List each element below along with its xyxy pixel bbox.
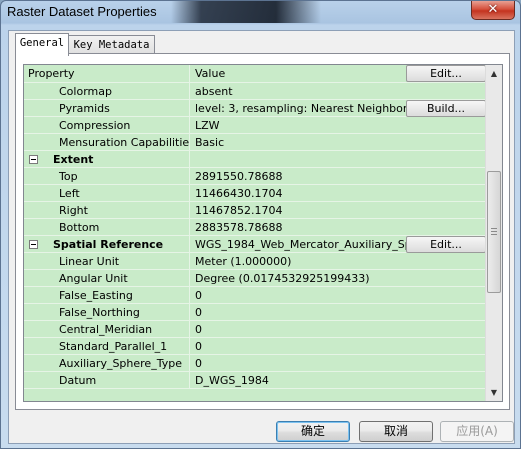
table-row[interactable]: Bottom 2883578.78688 [24, 219, 486, 236]
grip-line [491, 234, 497, 235]
apply-button[interactable]: 应用(A) [440, 421, 514, 442]
property-value: 2883578.78688 [195, 221, 283, 234]
table-row[interactable]: Colormap absent [24, 83, 486, 100]
property-value: absent [195, 85, 233, 98]
property-name: False_Northing [24, 304, 190, 321]
property-value: 11467852.1704 [195, 204, 283, 217]
property-name: Datum [24, 372, 190, 389]
property-value: 0 [195, 340, 202, 353]
table-row[interactable]: Left 11466430.1704 [24, 185, 486, 202]
table-row[interactable]: Top 2891550.78688 [24, 168, 486, 185]
close-icon: ✕ [487, 2, 499, 17]
build-pyramids-button[interactable]: Build... [406, 100, 486, 117]
property-name: Mensuration Capabilities [24, 134, 190, 151]
category-row-extent[interactable]: Extent [24, 151, 486, 168]
collapse-icon[interactable] [29, 155, 38, 164]
dialog-body: General Key Metadata Property Value Edit… [8, 30, 515, 444]
property-value: 0 [195, 289, 202, 302]
table-row[interactable]: Standard_Parallel_1 0 [24, 338, 486, 355]
table-row[interactable]: Right 11467852.1704 [24, 202, 486, 219]
title-bar[interactable]: Raster Dataset Properties ✕ [1, 1, 520, 23]
property-value: 0 [195, 323, 202, 336]
property-value: 0 [195, 357, 202, 370]
title-bar-background-patch [171, 1, 321, 23]
property-value: D_WGS_1984 [195, 374, 269, 387]
category-row-spatial-reference[interactable]: Spatial Reference WGS_1984_Web_Mercator_… [24, 236, 486, 253]
property-value: 11466430.1704 [195, 187, 283, 200]
property-value: Degree (0.0174532925199433) [195, 272, 370, 285]
table-row[interactable]: Angular Unit Degree (0.0174532925199433) [24, 270, 486, 287]
property-name: False_Easting [24, 287, 190, 304]
table-row[interactable]: Mensuration Capabilities Basic [24, 134, 486, 151]
general-tab-panel: Property Value Edit... Colormap absent P… [15, 53, 510, 410]
property-value: Basic [195, 136, 225, 149]
property-name: Right [24, 202, 190, 219]
category-cell: Spatial Reference [24, 236, 190, 253]
property-value: 0 [195, 306, 202, 319]
property-name: Auxiliary_Sphere_Type [24, 355, 190, 372]
close-button[interactable]: ✕ [471, 1, 515, 20]
grip-line [491, 228, 497, 229]
property-name: Top [24, 168, 190, 185]
table-row[interactable]: Linear Unit Meter (1.000000) [24, 253, 486, 270]
property-name: Left [24, 185, 190, 202]
grip-line [491, 231, 497, 232]
category-label: Extent [53, 153, 94, 166]
table-row[interactable]: False_Easting 0 [24, 287, 486, 304]
dialog-window: Raster Dataset Properties ✕ General Key … [0, 0, 521, 449]
collapse-icon[interactable] [29, 240, 38, 249]
property-name: Bottom [24, 219, 190, 236]
scroll-down-icon[interactable]: ▼ [486, 384, 502, 401]
property-name: Pyramids [24, 100, 190, 117]
property-value: LZW [195, 119, 220, 132]
table-row[interactable]: Datum D_WGS_1984 [24, 372, 486, 389]
property-name: Colormap [24, 83, 190, 100]
property-name: Compression [24, 117, 190, 134]
ok-button[interactable]: 确定 [276, 421, 350, 442]
property-name: Standard_Parallel_1 [24, 338, 190, 355]
property-value [195, 151, 486, 168]
scrollbar-thumb[interactable] [487, 171, 501, 293]
tab-key-metadata[interactable]: Key Metadata [68, 35, 155, 55]
edit-button[interactable]: Edit... [406, 65, 486, 82]
vertical-scrollbar[interactable]: ▲ ▼ [485, 65, 502, 401]
window-title: Raster Dataset Properties [7, 4, 157, 19]
scroll-up-icon[interactable]: ▲ [486, 65, 502, 82]
property-name: Angular Unit [24, 270, 190, 287]
cancel-button[interactable]: 取消 [359, 421, 433, 442]
table-row[interactable]: False_Northing 0 [24, 304, 486, 321]
category-label: Spatial Reference [53, 238, 164, 251]
table-row[interactable]: Pyramids level: 3, resampling: Nearest N… [24, 100, 486, 117]
property-value: Meter (1.000000) [195, 255, 292, 268]
table-row[interactable]: Central_Meridian 0 [24, 321, 486, 338]
edit-spatial-reference-button[interactable]: Edit... [406, 236, 486, 253]
property-value: 2891550.78688 [195, 170, 283, 183]
table-row[interactable]: Auxiliary_Sphere_Type 0 [24, 355, 486, 372]
property-column-header: Property [24, 65, 190, 82]
property-name: Linear Unit [24, 253, 190, 270]
grid-header-row: Property Value Edit... [24, 65, 486, 83]
tab-general[interactable]: General [15, 33, 69, 56]
property-name: Central_Meridian [24, 321, 190, 338]
property-grid-rows: Property Value Edit... Colormap absent P… [24, 65, 486, 389]
property-grid[interactable]: Property Value Edit... Colormap absent P… [23, 64, 503, 402]
category-cell: Extent [24, 151, 190, 168]
table-row[interactable]: Compression LZW [24, 117, 486, 134]
